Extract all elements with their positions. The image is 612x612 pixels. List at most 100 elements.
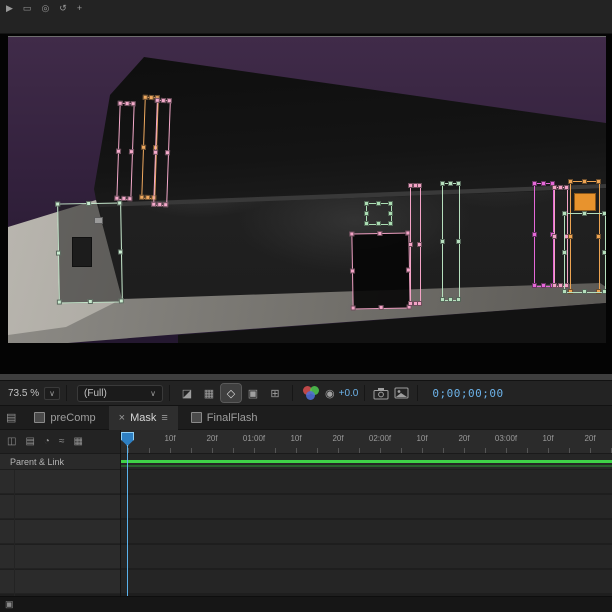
layer-row-left[interactable] <box>0 495 120 519</box>
mask-window-right-1[interactable] <box>532 181 555 288</box>
mask-vertex-handle[interactable] <box>164 150 171 156</box>
mask-vertex-handle[interactable] <box>55 250 62 256</box>
mask-vertex-handle[interactable] <box>166 98 172 104</box>
layer-row-left[interactable] <box>0 520 120 544</box>
mask-vertex-handle[interactable] <box>115 148 122 154</box>
layer-row-track[interactable] <box>120 545 612 569</box>
layer-row-track[interactable] <box>120 495 612 519</box>
mask-vertex-handle[interactable] <box>552 234 557 239</box>
mask-vent-center[interactable] <box>364 201 393 226</box>
zoom-dropdown-icon[interactable]: ∨ <box>44 386 60 400</box>
mask-vertex-handle[interactable] <box>541 181 546 186</box>
mask-vertex-handle[interactable] <box>456 181 461 186</box>
layer-row-left[interactable] <box>0 570 120 594</box>
mask-vertex-handle[interactable] <box>448 297 453 302</box>
mask-vertex-handle[interactable] <box>388 211 393 216</box>
mask-vertex-handle[interactable] <box>378 304 384 311</box>
mask-vertex-handle[interactable] <box>582 179 587 184</box>
mask-vertex-handle[interactable] <box>562 211 567 216</box>
mask-vertex-handle[interactable] <box>456 297 461 302</box>
mask-vertex-handle[interactable] <box>142 94 148 100</box>
zoom-value[interactable]: 73.5 % <box>0 388 41 399</box>
resolution-dropdown[interactable]: (Full) ∨ <box>77 384 163 402</box>
mask-vertex-handle[interactable] <box>139 194 145 200</box>
mask-door-right[interactable] <box>562 211 606 294</box>
mask-vertex-handle[interactable] <box>56 299 62 305</box>
mask-vertex-handle[interactable] <box>349 268 356 274</box>
tab-mask[interactable]: × Mask ≡ <box>108 405 178 430</box>
fast-previews-icon[interactable]: ◪ <box>177 384 197 402</box>
mask-vertex-handle[interactable] <box>376 221 381 226</box>
door-left-sign[interactable] <box>94 217 103 224</box>
mask-vertex-handle[interactable] <box>558 283 563 288</box>
expand-panel-icon[interactable]: ▣ <box>5 599 14 610</box>
mask-vertex-handle[interactable] <box>127 196 133 202</box>
tab-finalflash[interactable]: FinalFlash <box>181 406 268 430</box>
mask-vertex-handle[interactable] <box>151 201 157 207</box>
snapshot-camera-icon[interactable] <box>371 384 391 402</box>
mask-vertex-handle[interactable] <box>364 201 369 206</box>
mask-vertex-handle[interactable] <box>417 301 422 306</box>
mask-window-center-2[interactable] <box>440 181 461 302</box>
column-divider[interactable] <box>120 430 121 596</box>
frame-blend-icon[interactable]: ▤ <box>25 436 34 447</box>
mask-vertex-handle[interactable] <box>532 283 537 288</box>
flowchart-icon[interactable]: ◫ <box>7 436 16 447</box>
layer-row-left[interactable] <box>0 470 120 494</box>
layer-row-track[interactable] <box>120 570 612 594</box>
mask-vertex-handle[interactable] <box>582 289 587 294</box>
mask-vertex-handle[interactable] <box>163 202 169 208</box>
mask-vertex-handle[interactable] <box>388 201 393 206</box>
mask-vertex-handle[interactable] <box>552 283 557 288</box>
mask-vertex-handle[interactable] <box>364 221 369 226</box>
mask-vertex-handle[interactable] <box>86 200 92 207</box>
show-snapshot-icon[interactable] <box>391 384 411 402</box>
selection-tool-icon[interactable]: ▶ <box>6 3 13 13</box>
mask-vertex-handle[interactable] <box>417 242 422 247</box>
panel-list-icon[interactable]: ▤ <box>6 411 16 424</box>
mask-vertex-handle[interactable] <box>148 94 154 101</box>
mask-vertex-handle[interactable] <box>117 200 123 206</box>
mask-vertex-handle[interactable] <box>602 250 606 255</box>
channel-icon[interactable] <box>301 384 321 402</box>
region-of-interest-icon[interactable]: ▣ <box>243 384 263 402</box>
mask-vertex-handle[interactable] <box>157 201 163 208</box>
layer-row-track[interactable] <box>120 470 612 494</box>
mask-vertex-handle[interactable] <box>124 100 130 107</box>
mask-vertex-handle[interactable] <box>582 211 587 216</box>
composition-canvas[interactable] <box>8 36 606 343</box>
mask-visibility-icon[interactable]: ◇ <box>220 383 242 403</box>
zoom-tool-icon[interactable]: ◎ <box>41 3 49 13</box>
mask-vertex-handle[interactable] <box>350 305 356 311</box>
mask-vertex-handle[interactable] <box>440 239 445 244</box>
wave-icon[interactable]: ≈ <box>59 436 65 447</box>
pan-behind-tool-icon[interactable]: + <box>77 3 82 13</box>
mask-window-center-1[interactable] <box>408 183 422 306</box>
mask-vertex-handle[interactable] <box>364 211 369 216</box>
mask-window-left-3[interactable] <box>151 97 172 208</box>
mask-vertex-handle[interactable] <box>377 230 383 237</box>
mask-vertex-handle[interactable] <box>532 232 537 237</box>
mask-vertex-handle[interactable] <box>55 201 61 207</box>
mask-vertex-handle[interactable] <box>448 181 453 186</box>
transparency-grid-icon[interactable]: ▦ <box>199 384 219 402</box>
mask-vertex-handle[interactable] <box>440 181 445 186</box>
mask-vertex-handle[interactable] <box>532 181 537 186</box>
exposure-value[interactable]: +0.0 <box>339 388 359 399</box>
mask-vertex-handle[interactable] <box>568 179 573 184</box>
hand-tool-icon[interactable]: ▭ <box>23 3 32 13</box>
mask-vertex-handle[interactable] <box>152 149 159 155</box>
mask-vertex-handle[interactable] <box>154 97 160 103</box>
mask-vertex-handle[interactable] <box>562 289 567 294</box>
mask-vertex-handle[interactable] <box>541 283 546 288</box>
mask-vertex-handle[interactable] <box>558 185 563 190</box>
mask-vertex-handle[interactable] <box>140 144 147 150</box>
mask-vertex-handle[interactable] <box>408 242 413 247</box>
mask-vertex-handle[interactable] <box>117 249 124 255</box>
mask-vertex-handle[interactable] <box>602 211 606 216</box>
mask-vertex-handle[interactable] <box>128 148 135 154</box>
mask-vertex-handle[interactable] <box>602 289 606 294</box>
mask-vertex-handle[interactable] <box>376 201 381 206</box>
mask-vertex-handle[interactable] <box>562 250 567 255</box>
solid-orange-right[interactable] <box>574 193 596 211</box>
